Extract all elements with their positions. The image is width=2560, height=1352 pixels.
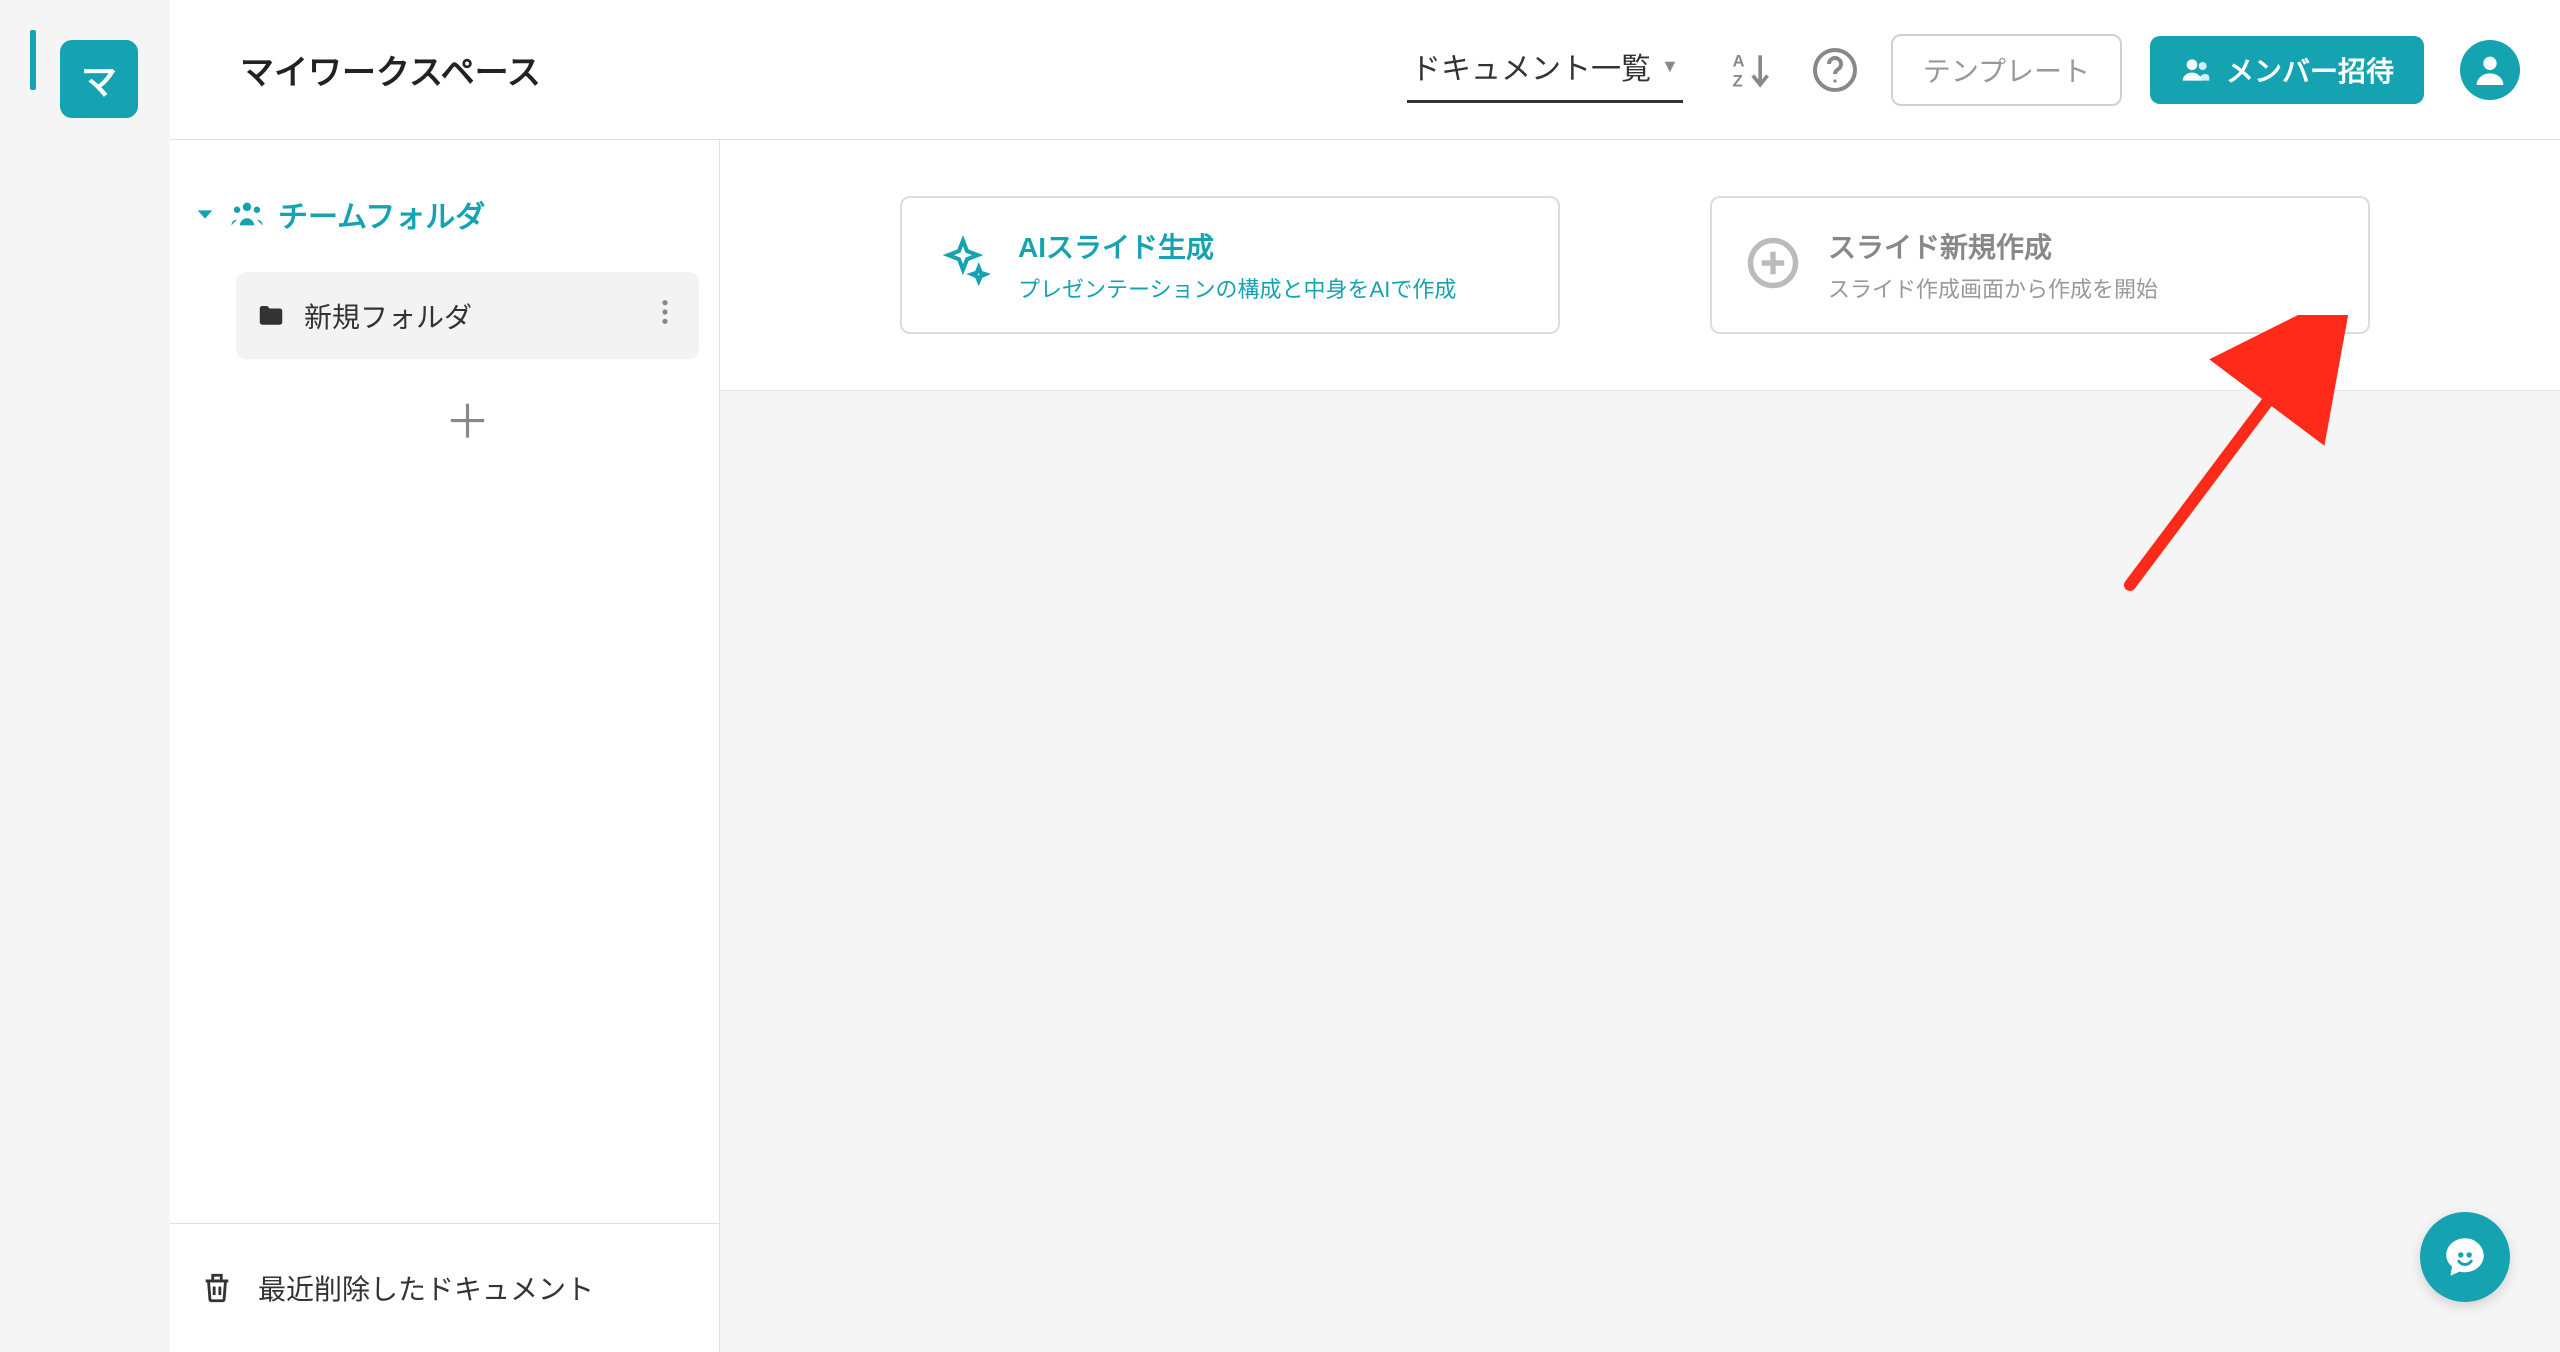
- ai-card-subtitle: プレゼンテーションの構成と中身をAIで作成: [1018, 272, 1456, 304]
- document-list-dropdown[interactable]: ドキュメント一覧 ▼: [1407, 36, 1683, 103]
- add-folder-button[interactable]: ＋: [438, 399, 498, 445]
- chat-fab[interactable]: [2420, 1212, 2510, 1302]
- caret-down-icon: ▼: [1661, 56, 1679, 77]
- new-slide-card[interactable]: スライド新規作成 スライド作成画面から作成を開始: [1710, 196, 2370, 334]
- document-list-label: ドキュメント一覧: [1411, 44, 1651, 88]
- workspace-badge[interactable]: マ: [60, 40, 138, 118]
- trash-icon: [200, 1271, 234, 1305]
- new-card-subtitle: スライド作成画面から作成を開始: [1828, 272, 2158, 304]
- more-vertical-icon: [661, 298, 669, 326]
- folder-item[interactable]: 新規フォルダ: [236, 272, 699, 359]
- main-canvas: AIスライド生成 プレゼンテーションの構成と中身をAIで作成: [720, 140, 2560, 1352]
- invite-member-button[interactable]: メンバー招待: [2150, 36, 2424, 104]
- plus-icon: ＋: [445, 396, 491, 448]
- folder-more-button[interactable]: [651, 294, 679, 337]
- folder-icon: [256, 301, 286, 331]
- users-icon: [2180, 54, 2212, 86]
- chevron-down-icon: [194, 203, 216, 225]
- sparkle-icon: [936, 236, 990, 295]
- trash-label: 最近削除したドキュメント: [258, 1268, 594, 1308]
- plus-circle-icon: [1746, 236, 1800, 295]
- svg-text:A: A: [1732, 52, 1744, 70]
- sort-az-icon: A Z: [1729, 48, 1773, 92]
- team-folder-header[interactable]: チームフォルダ: [186, 180, 699, 248]
- chat-icon: [2440, 1232, 2490, 1282]
- folder-name: 新規フォルダ: [304, 296, 472, 336]
- help-icon: [1811, 46, 1859, 94]
- ai-card-title: AIスライド生成: [1018, 226, 1456, 266]
- ai-slide-generate-card[interactable]: AIスライド生成 プレゼンテーションの構成と中身をAIで作成: [900, 196, 1560, 334]
- team-icon: [230, 197, 264, 231]
- avatar-icon: [2470, 50, 2510, 90]
- template-button[interactable]: テンプレート: [1891, 34, 2122, 106]
- left-rail: マ: [0, 0, 170, 1352]
- workspace-active-indicator: [30, 30, 36, 90]
- user-avatar[interactable]: [2460, 40, 2520, 100]
- topbar: マイワークスペース ドキュメント一覧 ▼ A Z: [170, 0, 2560, 140]
- new-card-title: スライド新規作成: [1828, 226, 2158, 266]
- page-title: マイワークスペース: [240, 45, 541, 94]
- template-button-label: テンプレート: [1923, 56, 2090, 87]
- sidebar: チームフォルダ 新規フォルダ: [170, 140, 720, 1352]
- svg-text:Z: Z: [1732, 72, 1742, 90]
- trash-link[interactable]: 最近削除したドキュメント: [170, 1223, 719, 1352]
- team-folder-label: チームフォルダ: [278, 192, 485, 236]
- workspace-badge-text: マ: [81, 53, 117, 105]
- invite-button-label: メンバー招待: [2226, 50, 2394, 90]
- sort-button[interactable]: A Z: [1723, 42, 1779, 98]
- help-button[interactable]: [1807, 42, 1863, 98]
